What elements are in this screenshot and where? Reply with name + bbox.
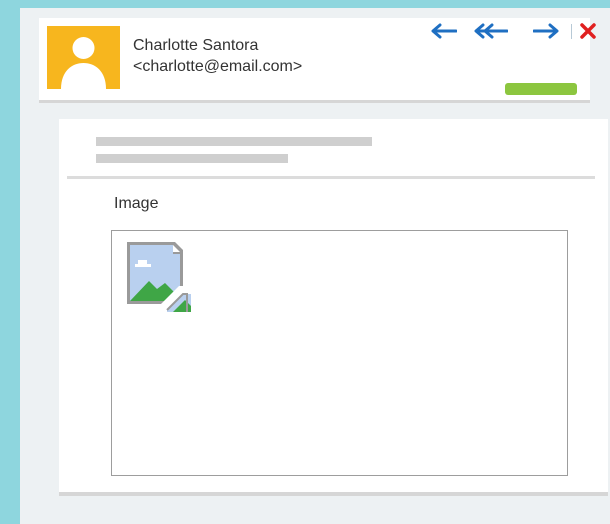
broken-image-icon xyxy=(127,242,195,316)
sender-email: <charlotte@email.com> xyxy=(133,58,303,75)
toolbar-separator xyxy=(571,24,572,39)
date-placeholder xyxy=(96,154,288,163)
message-header: Charlotte Santora <charlotte@email.com> xyxy=(39,18,596,103)
close-button[interactable] xyxy=(577,18,599,44)
reply-all-button[interactable] xyxy=(472,18,508,44)
reply-button[interactable] xyxy=(428,18,458,44)
message-body: Image xyxy=(59,119,608,496)
double-arrow-left-icon xyxy=(474,23,508,39)
forward-button[interactable] xyxy=(532,18,562,44)
avatar xyxy=(47,26,120,89)
close-icon xyxy=(580,23,596,39)
subject-placeholder xyxy=(96,137,372,146)
divider xyxy=(67,176,595,179)
image-label: Image xyxy=(114,195,159,212)
arrow-left-icon xyxy=(431,23,457,39)
action-button[interactable] xyxy=(505,83,577,95)
image-attachment[interactable] xyxy=(111,230,568,476)
arrow-right-icon xyxy=(533,23,559,39)
user-icon xyxy=(61,37,106,89)
sender-name: Charlotte Santora xyxy=(133,37,259,54)
